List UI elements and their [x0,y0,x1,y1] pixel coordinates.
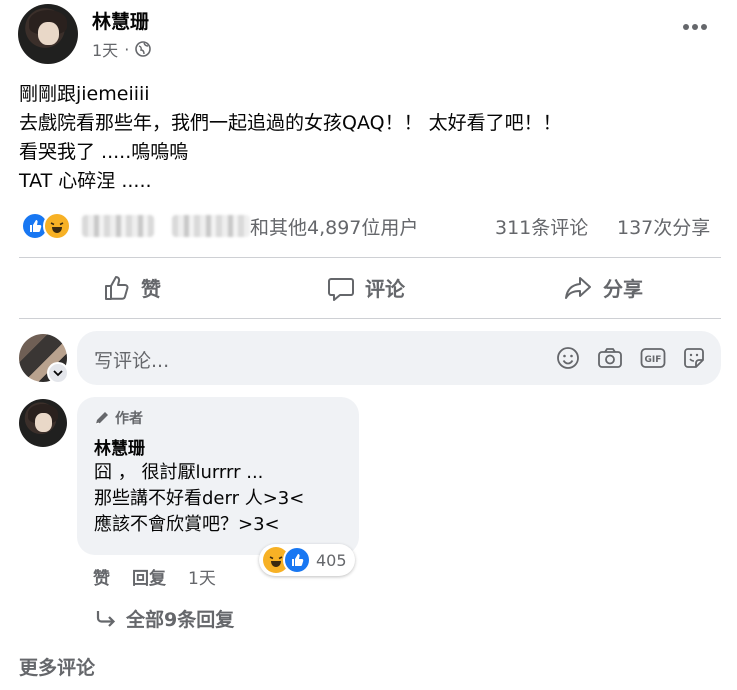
shares-count[interactable]: 137次分享 [617,213,710,240]
divider [19,257,721,258]
comment-like-button[interactable]: 赞 [93,564,110,589]
view-replies-link[interactable]: 全部9条回复 [95,605,234,632]
share-button[interactable]: 分享 [563,273,643,302]
viewer-avatar[interactable] [19,334,69,384]
author-badge: 作者 [94,408,143,428]
comment-reaction-count: 405 [316,550,347,570]
author-badge-label: 作者 [115,411,143,427]
more-comments-link[interactable]: 更多评论 [19,653,95,680]
comment-actions: 赞 回复 1天 [93,564,216,589]
comment-text: 囧 ， 很討厭lurrrr ... 那些講不好看derr 人>3< 應該不會欣賞… [94,460,304,538]
reactor-name-blurred[interactable] [172,215,250,237]
post-meta: 1天 · [92,37,152,61]
post-line: 看哭我了 .....嗚嗚嗚 [19,141,189,163]
emoji-icon[interactable] [556,346,580,370]
comment-icon [327,274,355,302]
comment-bubble: 作者 林慧珊 囧 ， 很討厭lurrrr ... 那些講不好看derr 人>3<… [77,397,359,555]
like-button[interactable]: 赞 [103,273,161,302]
reaction-icons[interactable] [21,212,71,240]
divider [19,318,721,319]
post-author-avatar[interactable] [18,4,78,64]
more-icon[interactable] [682,22,708,32]
svg-text:GIF: GIF [645,355,662,365]
like-icon [103,274,131,302]
chevron-down-icon[interactable] [47,362,69,384]
comment-reactions[interactable]: 405 [259,544,355,576]
comment-label: 评论 [365,277,405,301]
comment-author-name[interactable]: 林慧珊 [94,434,145,459]
commenter-avatar[interactable] [19,399,67,447]
reactions-summary[interactable]: 和其他4,897位用户 [250,213,418,240]
like-reaction-icon [283,546,311,574]
comment-button[interactable]: 评论 [327,273,405,302]
post-line: TAT 心碎涅 ..... [19,170,152,192]
comment-time[interactable]: 1天 [188,564,216,589]
reactor-name-blurred[interactable] [82,215,154,237]
share-icon [563,274,593,302]
comment-line: 那些講不好看derr 人>3< [94,488,305,509]
post-body: 剛剛跟jiemeiiii 去戲院看那些年，我們一起追過的女孩QAQ！！ 太好看了… [19,80,562,196]
post-time[interactable]: 1天 [92,37,118,61]
post-line: 去戲院看那些年，我們一起追過的女孩QAQ！！ 太好看了吧！！ [19,112,562,134]
comment-line: 應該不會欣賞吧？>3< [94,514,280,535]
comment-reply-button[interactable]: 回复 [132,564,166,589]
sticker-icon[interactable] [682,346,706,370]
comments-count[interactable]: 311条评论 [495,213,588,240]
gif-icon[interactable]: GIF [640,347,666,369]
comment-input-placeholder[interactable]: 写评论... [94,346,169,373]
haha-reaction-icon [43,212,71,240]
reply-arrow-icon [95,608,117,630]
post-line: 剛剛跟jiemeiiii [19,83,150,105]
share-label: 分享 [603,277,643,301]
pencil-icon [94,410,110,426]
comment-composer[interactable]: 写评论... GIF [77,331,721,385]
view-replies-label: 全部9条回复 [126,609,235,631]
camera-icon[interactable] [597,346,623,370]
like-label: 赞 [141,277,161,301]
comment-line: 囧 ， 很討厭lurrrr ... [94,462,264,483]
globe-icon [135,41,152,57]
post-author-name[interactable]: 林慧珊 [92,7,149,34]
